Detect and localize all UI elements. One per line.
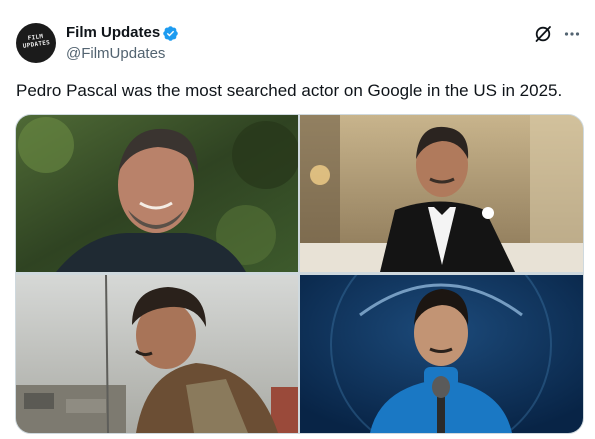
photo-icon	[16, 115, 298, 272]
tweet-text: Pedro Pascal was the most searched actor…	[16, 81, 563, 100]
avatar-logo-text: FILM UPDATES	[22, 32, 51, 50]
more-horizontal-icon	[564, 32, 580, 36]
photo-4[interactable]	[300, 275, 583, 433]
photo-1[interactable]	[16, 115, 298, 272]
handle[interactable]: @FilmUpdates	[66, 45, 165, 63]
photo-3[interactable]	[16, 275, 298, 433]
photo-2[interactable]	[300, 115, 583, 272]
display-name[interactable]: Film Updates	[66, 24, 160, 42]
grok-icon	[535, 26, 551, 42]
photo-icon	[16, 275, 298, 433]
verified-badge-icon	[163, 26, 178, 41]
photo-icon	[300, 115, 583, 272]
photo-icon	[300, 275, 583, 433]
more-button[interactable]	[562, 24, 582, 44]
avatar[interactable]: FILM UPDATES	[16, 23, 56, 63]
media-grid	[15, 114, 584, 434]
grok-button[interactable]	[533, 24, 553, 44]
